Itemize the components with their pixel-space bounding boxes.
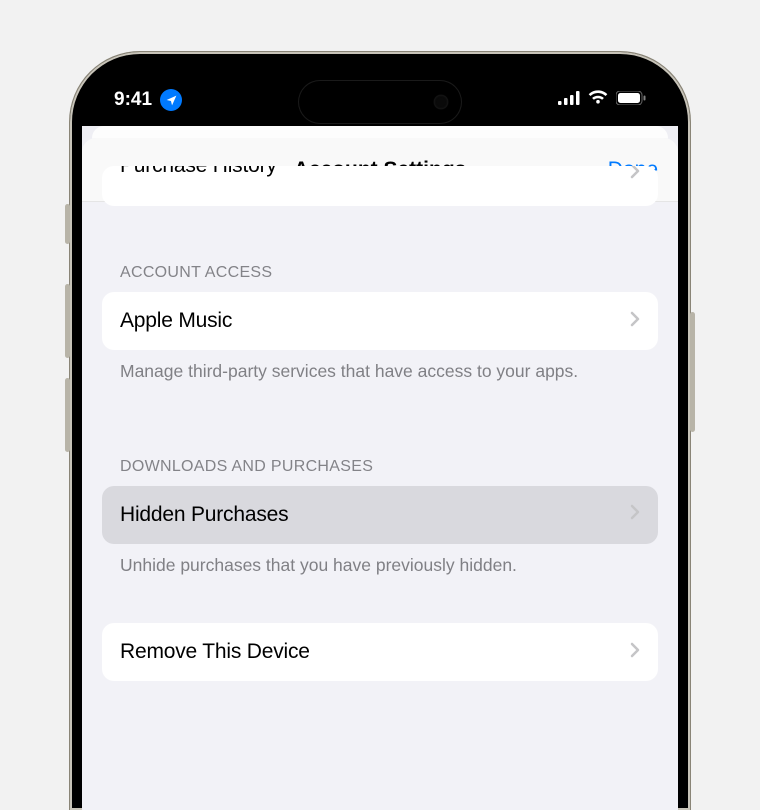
phone-screen: 9:41: [82, 64, 678, 810]
wifi-icon: [588, 90, 608, 110]
row-label: Hidden Purchases: [120, 503, 288, 527]
row-apple-music[interactable]: Apple Music: [102, 292, 658, 350]
chevron-right-icon: [630, 166, 640, 184]
row-label: Remove This Device: [120, 640, 310, 664]
row-label: Purchase History: [120, 166, 277, 178]
section-footer-downloads: Unhide purchases that you have previousl…: [102, 544, 658, 578]
chevron-right-icon: [630, 504, 640, 525]
chevron-right-icon: [630, 311, 640, 332]
location-icon: [160, 89, 182, 111]
row-label: Apple Music: [120, 309, 232, 333]
section-header-downloads: DOWNLOADS AND PURCHASES: [102, 458, 658, 486]
modal-sheet: Account Settings Done Purchase History A…: [82, 138, 678, 810]
row-hidden-purchases[interactable]: Hidden Purchases: [102, 486, 658, 544]
sheet-body[interactable]: Purchase History ACCOUNT ACCESS Apple Mu…: [82, 166, 678, 681]
phone-device-frame: 9:41: [70, 52, 690, 810]
content-area: Account Settings Done Purchase History A…: [82, 126, 678, 810]
section-footer-account-access: Manage third-party services that have ac…: [102, 350, 658, 384]
dynamic-island: [298, 80, 462, 124]
battery-icon: [616, 91, 646, 110]
row-purchase-history[interactable]: Purchase History: [102, 166, 658, 206]
side-button-volume-up: [65, 284, 70, 358]
side-button-silence: [65, 204, 70, 244]
section-header-account-access: ACCOUNT ACCESS: [102, 264, 658, 292]
side-button-power: [690, 312, 695, 432]
chevron-right-icon: [630, 642, 640, 663]
cellular-signal-icon: [558, 91, 580, 110]
status-time: 9:41: [114, 89, 152, 111]
row-remove-device[interactable]: Remove This Device: [102, 623, 658, 681]
side-button-volume-down: [65, 378, 70, 452]
front-camera-icon: [434, 95, 448, 109]
